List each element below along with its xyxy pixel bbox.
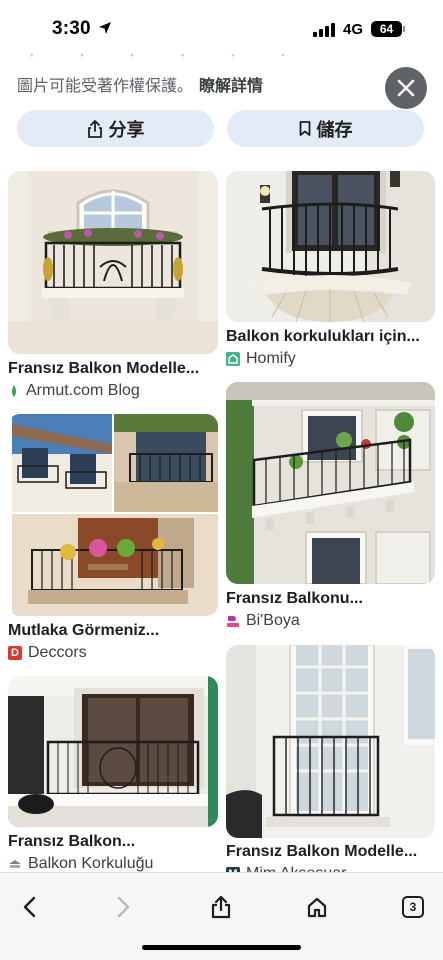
home-button[interactable] [301,891,333,923]
signal-icon [313,23,335,37]
result-card[interactable]: Fransız Balkonu... Bi'Boya [226,382,435,632]
home-icon [307,897,327,918]
biboya-icon [226,614,240,628]
network-type: 4G [343,21,364,38]
result-source-label: Deccors [28,644,87,661]
result-source[interactable]: Armut.com Blog [8,382,140,400]
result-image[interactable] [8,414,218,616]
homify-icon [226,352,240,366]
faded-text-remnant: • • • • • • • • • • • [30,54,320,58]
save-label: 儲存 [316,119,353,140]
result-title[interactable]: Mutlaka Görmeniz... [8,622,218,640]
result-source-label: Balkon Korkuluğu [28,855,154,872]
chevron-left-icon [23,896,36,918]
result-image[interactable] [8,171,218,354]
result-card[interactable]: Fransız Balkon Modelle... Armut.com Blog [8,171,218,401]
result-image[interactable] [226,382,435,584]
result-source[interactable]: Balkon Korkuluğu [8,855,153,873]
result-source[interactable]: D Deccors [8,644,87,662]
back-button[interactable] [13,891,45,923]
armut-icon [12,385,16,397]
result-source-label: Homify [246,350,296,367]
status-bar: 3:30 4G 64 [0,0,443,60]
forward-button[interactable] [108,891,140,923]
share-page-button[interactable] [205,891,237,923]
share-icon [211,895,231,919]
deccors-icon: D [8,646,22,660]
chevron-right-icon [117,896,130,918]
result-source[interactable]: Homify [226,350,296,368]
result-title[interactable]: Balkon korkulukları için... [226,328,435,346]
share-icon [87,119,102,138]
tabs-button[interactable]: 3 [397,891,429,923]
result-title[interactable]: Fransız Balkon... [8,833,218,851]
status-time: 3:30 [52,18,91,39]
tab-count: 3 [402,896,424,918]
result-source[interactable]: Bi'Boya [226,612,300,630]
result-source-label: Bi'Boya [246,612,300,629]
save-button[interactable]: 儲存 [227,110,424,147]
result-image[interactable] [226,171,435,322]
result-card[interactable]: Mutlaka Görmeniz... D Deccors [8,414,218,664]
share-label: 分享 [108,119,145,140]
bookmark-icon [299,121,310,136]
result-title[interactable]: Fransız Balkonu... [226,590,435,608]
balkon-korkulugu-icon [8,857,22,871]
result-image[interactable] [8,676,218,827]
result-title[interactable]: Fransız Balkon Modelle... [226,843,435,861]
share-button[interactable]: 分享 [17,110,214,147]
result-image[interactable] [226,645,435,838]
result-title[interactable]: Fransız Balkon Modelle... [8,360,218,378]
copyright-text: 圖片可能受著作權保護。 [17,78,194,95]
learn-more-link[interactable]: 瞭解詳情 [199,78,263,95]
result-source-label: Armut.com Blog [26,382,140,399]
copyright-notice: 圖片可能受著作權保護。 瞭解詳情 [17,72,263,96]
home-indicator [142,945,301,950]
result-card[interactable]: Balkon korkulukları için... Homify [226,171,435,371]
close-icon [397,79,415,97]
location-arrow-icon [99,22,111,34]
battery-cap [403,26,405,32]
result-card[interactable]: Fransız Balkon Modelle... M Mim Aksesuar [226,645,435,882]
battery-icon: 64 [371,21,402,37]
result-card[interactable]: Fransız Balkon... Balkon Korkuluğu [8,676,218,876]
close-button[interactable] [385,67,427,109]
